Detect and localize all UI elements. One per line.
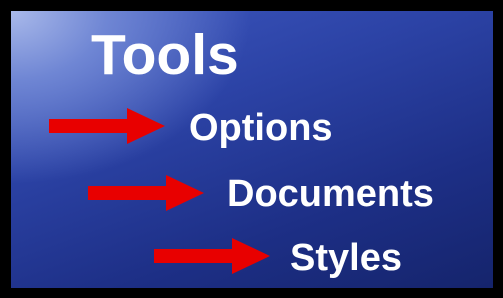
menu-step-label: Documents bbox=[227, 173, 434, 215]
arrow-right-icon bbox=[154, 238, 270, 274]
arrow-right-icon bbox=[88, 175, 204, 211]
slide-panel: Tools Options Documents Styles bbox=[11, 11, 493, 288]
menu-step-label: Options bbox=[189, 107, 333, 149]
menu-step-label: Styles bbox=[290, 237, 402, 279]
arrow-right-icon bbox=[49, 108, 165, 144]
slide-title: Tools bbox=[91, 23, 239, 87]
slide-frame: Tools Options Documents Styles bbox=[0, 0, 503, 298]
